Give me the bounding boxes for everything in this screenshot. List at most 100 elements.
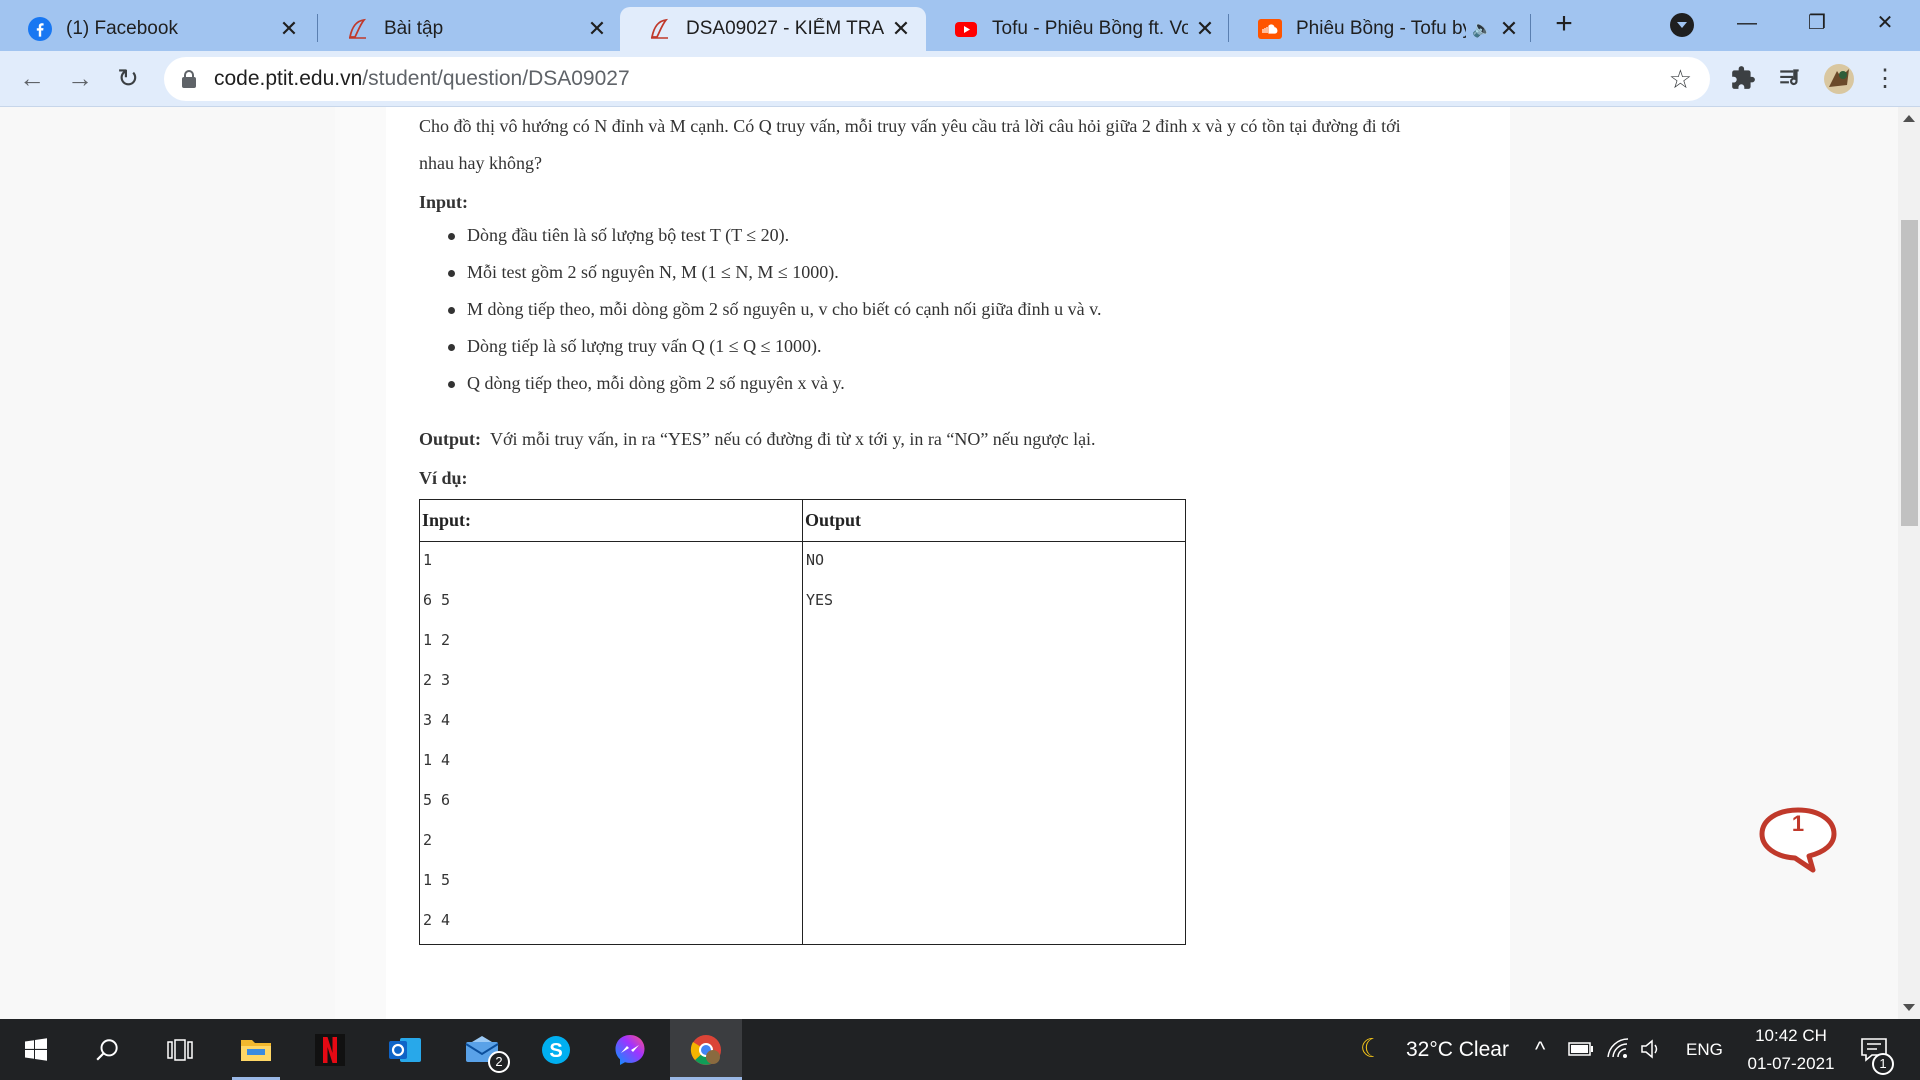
tab-close-icon[interactable]: ✕ <box>1498 16 1520 41</box>
battery-icon[interactable] <box>1568 1041 1594 1062</box>
start-button[interactable] <box>0 1019 72 1080</box>
clock-date[interactable]: 01-07-2021 <box>1733 1054 1849 1074</box>
clock-time[interactable]: 10:42 CH <box>1744 1026 1838 1046</box>
back-button[interactable]: ← <box>16 63 48 95</box>
ptit-code-icon <box>346 17 370 41</box>
soundcloud-icon <box>1258 17 1282 41</box>
bookmark-star-icon[interactable]: ☆ <box>1669 65 1692 93</box>
table-row: 2 4 <box>423 911 451 929</box>
example-input-lines: 1 6 5 1 2 2 3 3 4 1 4 5 6 2 1 5 2 4 <box>420 542 802 949</box>
scroll-down-arrow-icon[interactable] <box>1903 1004 1915 1011</box>
extensions-puzzle-icon[interactable] <box>1728 65 1758 95</box>
restore-button[interactable]: ❐ <box>1797 8 1837 38</box>
show-hidden-icons-chevron-icon[interactable]: ^ <box>1535 1037 1545 1063</box>
profile-avatar[interactable] <box>1823 63 1854 94</box>
table-row: 2 3 <box>423 671 451 689</box>
tab-facebook[interactable]: (1) Facebook ✕ <box>0 7 314 51</box>
tab-search-icon[interactable] <box>1670 13 1694 37</box>
url-text: code.ptit.edu.vn/student/question/DSA090… <box>214 67 630 90</box>
wifi-icon[interactable] <box>1606 1037 1630 1064</box>
input-spec-list: Dòng đầu tiên là số lượng bộ test T (T ≤… <box>419 217 1102 402</box>
table-row: 1 5 <box>423 871 451 889</box>
reload-button[interactable]: ↻ <box>112 63 144 95</box>
weather-text[interactable]: 32°C Clear <box>1406 1038 1509 1062</box>
example-heading: Ví dụ: <box>419 468 468 488</box>
tab-title: Bài tập <box>384 18 444 39</box>
file-explorer-icon[interactable] <box>220 1019 292 1080</box>
lock-icon[interactable] <box>182 70 196 88</box>
minimize-button[interactable]: — <box>1727 8 1767 38</box>
tab-close-icon[interactable]: ✕ <box>890 16 912 41</box>
table-row: YES <box>806 591 834 609</box>
task-view-icon[interactable] <box>144 1019 216 1080</box>
search-icon[interactable] <box>72 1019 144 1080</box>
tab-bai-tap[interactable]: Bài tập ✕ <box>318 7 622 51</box>
ptit-code-icon <box>648 17 672 41</box>
list-item: Dòng đầu tiên là số lượng bộ test T (T ≤… <box>419 217 1102 254</box>
tab-strip: (1) Facebook ✕ Bài tập ✕ DSA09027 - KIỂM… <box>0 0 1920 51</box>
example-input-header: Input: <box>420 500 802 542</box>
chat-widget-button[interactable]: 1 <box>1757 804 1839 876</box>
tab-close-icon[interactable]: ✕ <box>278 16 300 41</box>
table-row: 3 4 <box>423 711 451 729</box>
outlook-icon[interactable] <box>369 1019 441 1080</box>
tab-close-icon[interactable]: ✕ <box>586 16 608 41</box>
list-item: Q dòng tiếp theo, mỗi dòng gồm 2 số nguy… <box>419 365 1102 402</box>
skype-icon[interactable]: S <box>520 1019 592 1080</box>
table-row: 2 <box>423 831 433 849</box>
table-row: 6 5 <box>423 591 451 609</box>
netflix-icon[interactable] <box>294 1019 366 1080</box>
statement-line-1: Cho đồ thị vô hướng có N đỉnh và M cạnh.… <box>419 116 1401 136</box>
table-row: 5 6 <box>423 791 451 809</box>
input-heading: Input: <box>419 192 469 212</box>
list-item: Dòng tiếp là số lượng truy vấn Q (1 ≤ Q … <box>419 328 1102 365</box>
table-row: NO <box>806 551 825 569</box>
chrome-taskbar-icon[interactable] <box>670 1019 742 1080</box>
address-bar[interactable]: code.ptit.edu.vn/student/question/DSA090… <box>164 57 1710 101</box>
page-viewport: Cho đồ thị vô hướng có N đỉnh và M cạnh.… <box>0 107 1898 1019</box>
output-spec: Output: Với mỗi truy vấn, in ra “YES” nế… <box>419 421 1096 458</box>
mail-badge: 2 <box>488 1051 510 1073</box>
example-table: Input: 1 6 5 1 2 2 3 3 4 1 4 5 6 2 1 5 2… <box>419 499 1186 945</box>
input-language[interactable]: ENG <box>1686 1040 1723 1060</box>
tab-youtube-tofu[interactable]: Tofu - Phiêu Bồng ft. VoVa ✕ <box>926 7 1230 51</box>
speaker-icon[interactable]: 🔈 <box>1472 19 1492 39</box>
tab-soundcloud-phieu-bong[interactable]: Phiêu Bồng - Tofu by 🔈 ✕ <box>1230 7 1534 51</box>
table-row: 1 <box>423 551 433 569</box>
list-item: M dòng tiếp theo, mỗi dòng gồm 2 số nguy… <box>419 291 1102 328</box>
messenger-icon[interactable] <box>594 1019 666 1080</box>
browser-toolbar: ← → ↻ code.ptit.edu.vn/student/question/… <box>0 51 1920 107</box>
table-row: 1 4 <box>423 751 451 769</box>
windows-logo-icon <box>25 1037 47 1061</box>
output-heading: Output: <box>419 429 482 449</box>
example-output-column: Output NO YES <box>803 500 1185 944</box>
example-output-header: Output <box>803 500 1185 542</box>
volume-icon[interactable] <box>1640 1038 1664 1065</box>
notification-center-icon[interactable]: 1 <box>1860 1037 1894 1075</box>
mail-icon[interactable]: 2 <box>446 1019 518 1080</box>
notification-badge: 1 <box>1872 1053 1894 1075</box>
scroll-up-arrow-icon[interactable] <box>1903 115 1915 122</box>
weather-moon-icon[interactable]: ☾ <box>1360 1034 1383 1062</box>
forward-button[interactable]: → <box>64 63 96 95</box>
list-item: Mỗi test gồm 2 số nguyên N, M (1 ≤ N, M … <box>419 254 1102 291</box>
tab-separator <box>1228 14 1229 42</box>
example-output-lines: NO YES <box>803 542 1185 629</box>
facebook-icon <box>28 17 52 41</box>
table-row: 1 2 <box>423 631 451 649</box>
tab-dsa09027[interactable]: DSA09027 - KIỂM TRA ĐƯ ✕ <box>620 7 926 51</box>
tab-title: DSA09027 - KIỂM TRA ĐƯ <box>686 18 884 39</box>
media-control-icon[interactable] <box>1775 65 1805 95</box>
youtube-icon <box>954 17 978 41</box>
svg-text:S: S <box>549 1040 562 1062</box>
example-input-column: Input: 1 6 5 1 2 2 3 3 4 1 4 5 6 2 1 5 2… <box>420 500 803 944</box>
tab-close-icon[interactable]: ✕ <box>1194 16 1216 41</box>
new-tab-button[interactable]: + <box>1549 9 1579 40</box>
chrome-menu-icon[interactable]: ⋮ <box>1870 65 1900 95</box>
tab-title: Phiêu Bồng - Tofu by <box>1296 18 1466 39</box>
tab-title: Tofu - Phiêu Bồng ft. VoVa <box>992 18 1188 39</box>
scroll-thumb[interactable] <box>1901 220 1918 526</box>
tab-title: (1) Facebook <box>66 18 178 39</box>
page-scrollbar[interactable] <box>1898 107 1920 1019</box>
close-window-button[interactable]: ✕ <box>1865 8 1905 38</box>
